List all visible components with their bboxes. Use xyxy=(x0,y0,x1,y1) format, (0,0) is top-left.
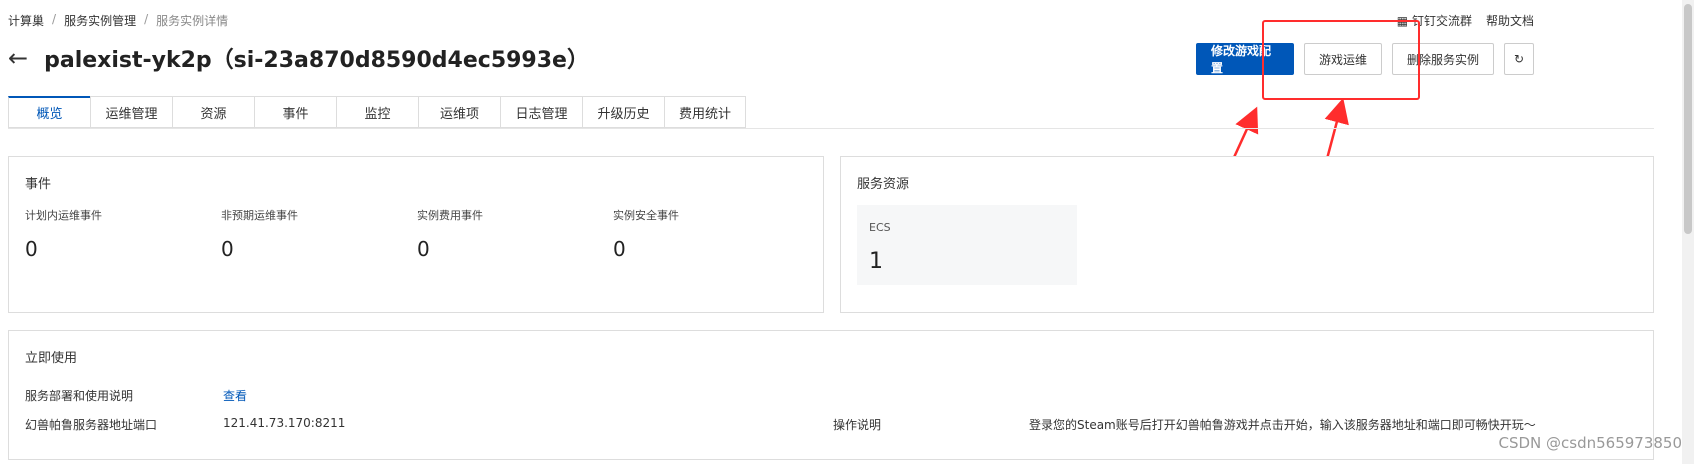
service-resources-panel: 服务资源 ECS 1 xyxy=(840,156,1654,313)
instructions-value: 登录您的Steam账号后打开幻兽帕鲁游戏并点击开始，输入该服务器地址和端口即可畅… xyxy=(1029,418,1536,432)
deploy-guide-label: 服务部署和使用说明 xyxy=(25,389,134,403)
ecs-count: 1 xyxy=(869,249,883,274)
tab-monitoring[interactable]: 监控 xyxy=(336,96,418,128)
tab-cost-stats[interactable]: 费用统计 xyxy=(664,96,746,128)
service-resources-title: 服务资源 xyxy=(857,177,910,192)
event-value[interactable]: 0 xyxy=(221,237,234,261)
event-value[interactable]: 0 xyxy=(25,237,38,261)
tab-events[interactable]: 事件 xyxy=(254,96,336,128)
tab-divider xyxy=(8,128,1654,129)
event-label: 非预期运维事件 xyxy=(221,209,298,222)
server-address-value: 121.41.73.170:8211 xyxy=(223,416,346,430)
vertical-scrollbar[interactable] xyxy=(1682,0,1694,464)
event-value[interactable]: 0 xyxy=(417,237,430,261)
tab-overview[interactable]: 概览 xyxy=(8,96,90,128)
ecs-card[interactable]: ECS 1 xyxy=(857,205,1077,285)
event-label: 计划内运维事件 xyxy=(25,209,102,222)
usage-panel: 立即使用 服务部署和使用说明 查看 幻兽帕鲁服务器地址端口 121.41.73.… xyxy=(8,330,1654,460)
event-label: 实例安全事件 xyxy=(613,209,679,222)
instructions-label: 操作说明 xyxy=(833,418,882,432)
event-value[interactable]: 0 xyxy=(613,237,626,261)
tab-upgrade-history[interactable]: 升级历史 xyxy=(582,96,664,128)
tab-ops-items[interactable]: 运维项 xyxy=(418,96,500,128)
event-label: 实例费用事件 xyxy=(417,209,483,222)
tab-bar: 概览 运维管理 资源 事件 监控 运维项 日志管理 升级历史 费用统计 xyxy=(8,96,746,128)
events-title: 事件 xyxy=(25,177,52,192)
tab-ops-management[interactable]: 运维管理 xyxy=(90,96,172,128)
scrollbar-thumb[interactable] xyxy=(1684,4,1692,234)
usage-title: 立即使用 xyxy=(25,351,78,366)
watermark: CSDN @csdn565973850 xyxy=(1498,434,1682,452)
deploy-guide-link[interactable]: 查看 xyxy=(223,387,247,404)
tab-log-management[interactable]: 日志管理 xyxy=(500,96,582,128)
ecs-label: ECS xyxy=(869,221,891,234)
server-address-label: 幻兽帕鲁服务器地址端口 xyxy=(25,418,158,432)
tab-resources[interactable]: 资源 xyxy=(172,96,254,128)
events-panel: 事件 计划内运维事件 0 非预期运维事件 0 实例费用事件 0 实例安全事件 0 xyxy=(8,156,824,313)
